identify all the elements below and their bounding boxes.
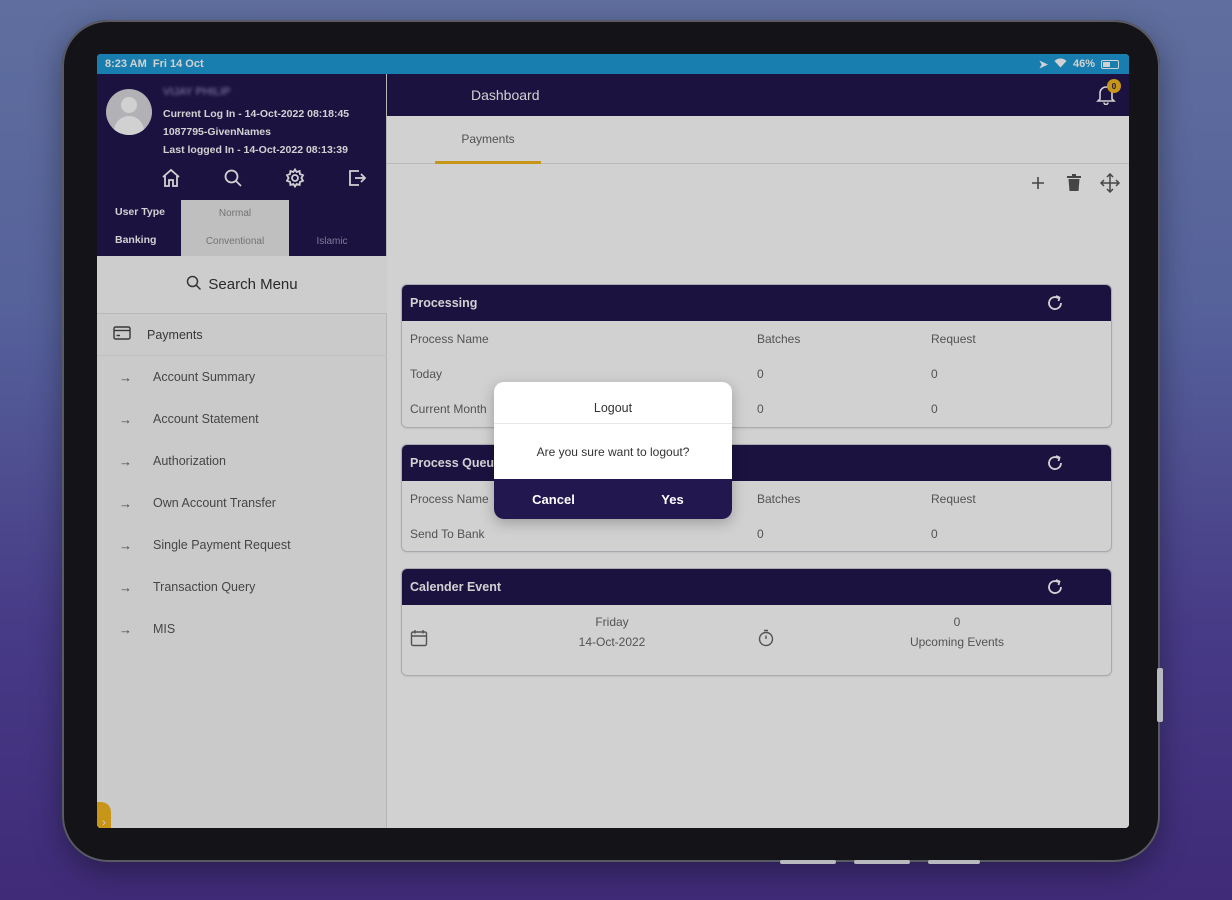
yes-button[interactable]: Yes [613, 479, 732, 519]
home-indicator-segment [928, 860, 980, 864]
logout-dialog: Logout Are you sure want to logout? Canc… [494, 382, 732, 519]
home-indicator-segment [854, 860, 910, 864]
volume-button [1157, 668, 1163, 722]
dialog-actions: Cancel Yes [494, 479, 732, 519]
app-screen: 8:23 AM Fri 14 Oct ➤ 46% VIJAY PHILIP Cu… [97, 54, 1129, 828]
home-indicator-segment [780, 860, 836, 864]
cancel-button[interactable]: Cancel [494, 479, 613, 519]
dialog-message: Are you sure want to logout? [536, 444, 690, 459]
dialog-title: Logout [494, 382, 732, 424]
